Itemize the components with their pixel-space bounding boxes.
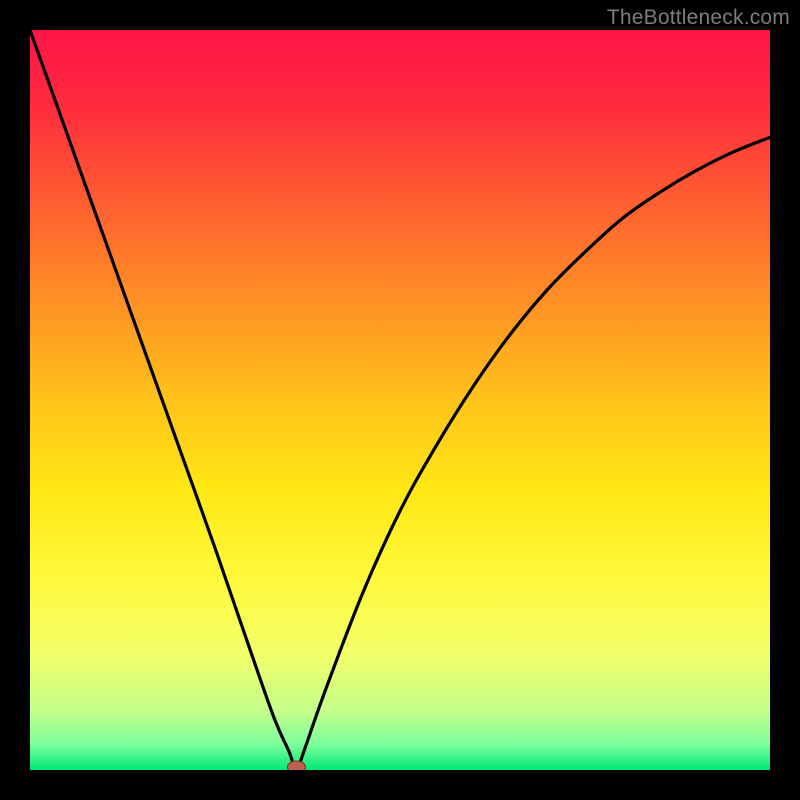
watermark-text: TheBottleneck.com: [607, 6, 790, 30]
marker-dot: [287, 761, 305, 770]
chart-frame: TheBottleneck.com: [0, 0, 800, 800]
bottleneck-curve: [30, 30, 770, 770]
curve-layer: [30, 30, 770, 770]
plot-area: [30, 30, 770, 770]
